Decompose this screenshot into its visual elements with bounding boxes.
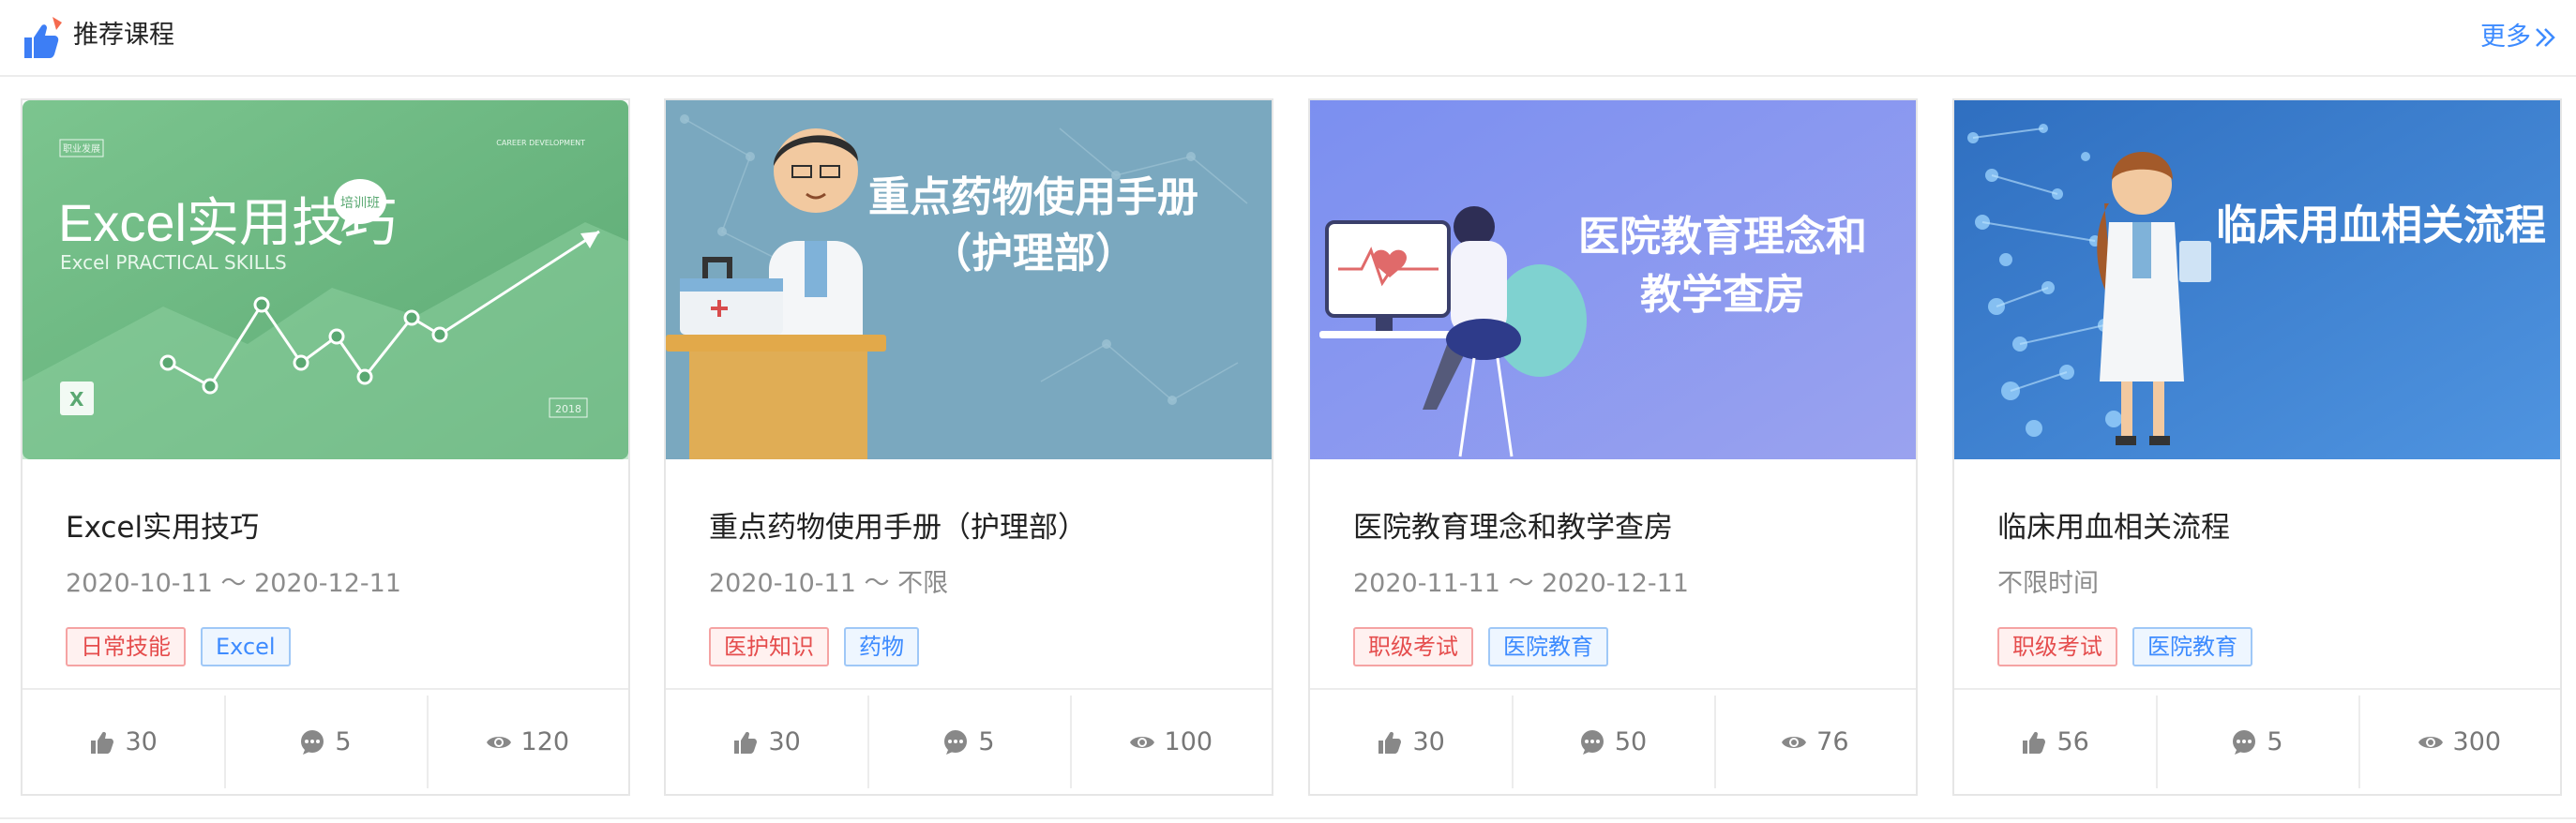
banner-headline: 临床用血相关流程 bbox=[2216, 202, 2546, 249]
comment-stat[interactable]: 5 bbox=[2156, 690, 2358, 794]
thumbs-up-icon bbox=[24, 17, 62, 58]
banner-subheadline: Excel PRACTICAL SKILLS bbox=[60, 251, 287, 274]
course-tag: Excel bbox=[201, 627, 291, 666]
course-tag: 医院教育 bbox=[2132, 627, 2252, 666]
comment-icon bbox=[944, 729, 968, 755]
course-card[interactable]: 临床用血相关流程 临床用血相关流程 不限时间 职级考试 医院教育 56 5 30… bbox=[1952, 98, 2562, 796]
banner-badge: 培训班 bbox=[340, 196, 380, 211]
more-link[interactable]: 更多 bbox=[2480, 19, 2557, 56]
eye-icon bbox=[1129, 736, 1154, 748]
card-stats: 30 50 76 bbox=[1310, 688, 1916, 794]
like-stat[interactable]: 30 bbox=[1310, 690, 1512, 794]
comment-count: 5 bbox=[978, 727, 995, 756]
view-stat: 100 bbox=[1069, 690, 1272, 794]
card-stats: 30 5 120 bbox=[23, 688, 628, 794]
course-date: 2020-10-11 ～ 不限 bbox=[709, 569, 949, 598]
course-card[interactable]: 医院教育理念和 教学查房 医院教育理念和教学查房 2020-11-11 ～ 20… bbox=[1308, 98, 1918, 796]
course-title[interactable]: Excel实用技巧 bbox=[66, 503, 259, 546]
course-tags: 日常技能 Excel bbox=[66, 627, 291, 666]
thumbs-up-icon bbox=[2023, 731, 2046, 754]
banner-headline-line2: （护理部） bbox=[930, 230, 1137, 277]
like-count: 30 bbox=[125, 727, 158, 756]
course-tag: 职级考试 bbox=[1997, 627, 2117, 666]
thumbs-up-icon bbox=[734, 731, 758, 754]
view-count: 76 bbox=[1816, 727, 1849, 756]
course-date: 不限时间 bbox=[1997, 569, 2099, 598]
view-stat: 300 bbox=[2358, 690, 2560, 794]
like-stat[interactable]: 30 bbox=[666, 690, 867, 794]
course-tags: 医护知识 药物 bbox=[709, 627, 919, 666]
course-thumbnail[interactable]: 临床用血相关流程 bbox=[1954, 100, 2560, 459]
banner-headline-line2: 教学查房 bbox=[1640, 271, 1805, 319]
course-tags: 职级考试 医院教育 bbox=[1997, 627, 2252, 666]
card-stats: 56 5 300 bbox=[1954, 688, 2560, 794]
like-count: 30 bbox=[1412, 727, 1445, 756]
section-title: 推荐课程 bbox=[73, 21, 174, 50]
banner-year: 2018 bbox=[555, 403, 581, 415]
course-thumbnail[interactable]: 职业发展 CAREER DEVELOPMENT Excel实用技巧 Excel … bbox=[23, 100, 628, 459]
course-card[interactable]: 职业发展 CAREER DEVELOPMENT Excel实用技巧 Excel … bbox=[21, 98, 630, 796]
view-count: 100 bbox=[1164, 727, 1213, 756]
banner-corner-right: CAREER DEVELOPMENT bbox=[496, 139, 585, 147]
banner-headline-line1: 医院教育理念和 bbox=[1578, 213, 1867, 261]
comment-stat[interactable]: 50 bbox=[1512, 690, 1713, 794]
comment-count: 5 bbox=[2267, 727, 2283, 756]
banner-headline-line1: 重点药物使用手册 bbox=[868, 173, 1198, 221]
course-thumbnail[interactable]: 医院教育理念和 教学查房 bbox=[1310, 100, 1916, 459]
like-stat[interactable]: 56 bbox=[1954, 690, 2156, 794]
course-title[interactable]: 医院教育理念和教学查房 bbox=[1353, 503, 1673, 546]
comment-icon bbox=[301, 729, 324, 755]
section-header: 推荐课程 更多 bbox=[0, 0, 2576, 77]
eye-icon bbox=[1782, 736, 1807, 748]
course-tags: 职级考试 医院教育 bbox=[1353, 627, 1608, 666]
view-count: 120 bbox=[520, 727, 570, 756]
view-stat: 76 bbox=[1713, 690, 1916, 794]
course-tag: 日常技能 bbox=[66, 627, 186, 666]
card-stats: 30 5 100 bbox=[666, 688, 1272, 794]
course-date: 2020-10-11 ～ 2020-12-11 bbox=[66, 569, 401, 598]
like-count: 56 bbox=[2056, 727, 2089, 756]
comment-icon bbox=[1580, 729, 1604, 755]
section-divider bbox=[0, 817, 2576, 819]
svg-text:X: X bbox=[69, 388, 84, 411]
comment-stat[interactable]: 5 bbox=[224, 690, 426, 794]
like-stat[interactable]: 30 bbox=[23, 690, 224, 794]
course-title[interactable]: 临床用血相关流程 bbox=[1997, 503, 2230, 546]
course-thumbnail[interactable]: 重点药物使用手册 （护理部） bbox=[666, 100, 1272, 459]
more-label: 更多 bbox=[2480, 22, 2531, 52]
banner-corner-left: 职业发展 bbox=[63, 142, 100, 155]
course-title[interactable]: 重点药物使用手册（护理部） bbox=[709, 503, 1087, 546]
comment-count: 50 bbox=[1614, 727, 1648, 756]
comment-count: 5 bbox=[335, 727, 352, 756]
like-count: 30 bbox=[768, 727, 801, 756]
course-tag: 药物 bbox=[844, 627, 919, 666]
eye-icon bbox=[486, 736, 511, 748]
course-tag: 医院教育 bbox=[1488, 627, 1608, 666]
view-count: 300 bbox=[2452, 727, 2502, 756]
comment-icon bbox=[2233, 729, 2256, 755]
thumbs-up-icon bbox=[1378, 731, 1402, 754]
view-stat: 120 bbox=[426, 690, 628, 794]
course-tag: 医护知识 bbox=[709, 627, 829, 666]
course-date: 2020-11-11 ～ 2020-12-11 bbox=[1353, 569, 1689, 598]
course-card[interactable]: 重点药物使用手册 （护理部） 重点药物使用手册（护理部） 2020-10-11 … bbox=[664, 98, 1273, 796]
comment-stat[interactable]: 5 bbox=[867, 690, 1069, 794]
eye-icon bbox=[2418, 736, 2443, 748]
double-chevron-right-icon bbox=[2536, 28, 2555, 47]
course-tag: 职级考试 bbox=[1353, 627, 1473, 666]
thumbs-up-icon bbox=[91, 731, 114, 754]
